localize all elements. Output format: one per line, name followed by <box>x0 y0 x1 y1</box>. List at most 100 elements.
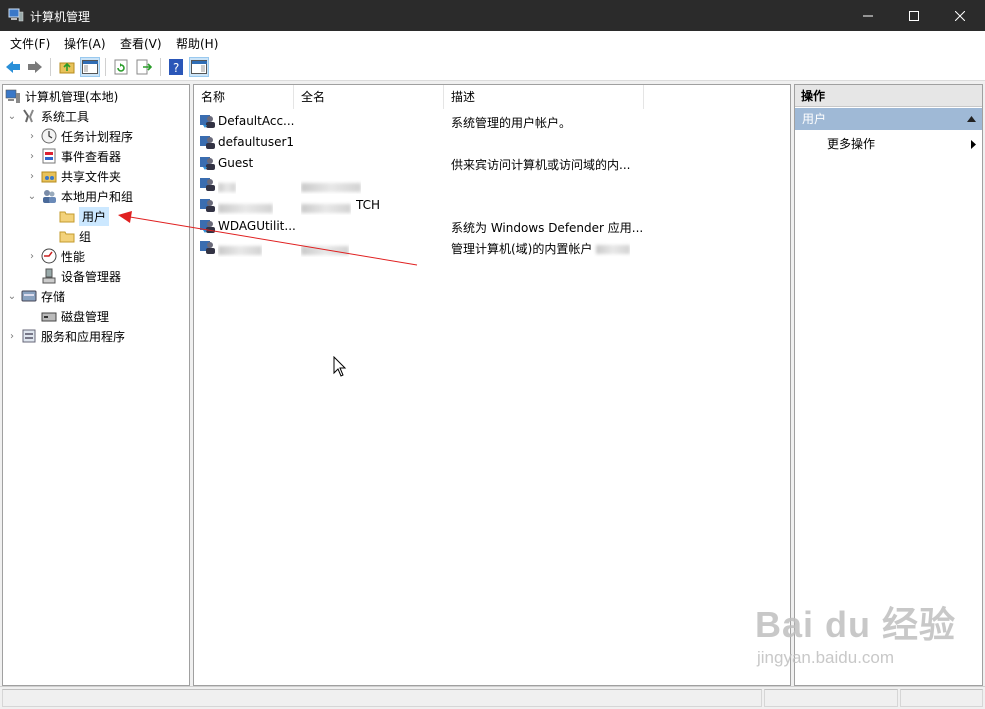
status-bar <box>0 686 985 709</box>
tree-node-shared-folders[interactable]: › 共享文件夹 <box>27 166 121 186</box>
maximize-button[interactable] <box>891 0 937 31</box>
action-section-users[interactable]: 用户 <box>795 108 982 130</box>
table-row[interactable]: defaultuser1 <box>194 132 790 153</box>
tree-node-event-viewer[interactable]: › 事件查看器 <box>27 146 121 166</box>
help-button[interactable]: ? <box>166 57 186 77</box>
window-title: 计算机管理 <box>30 10 91 24</box>
action-section-label: 用户 <box>802 112 827 126</box>
tools-icon <box>21 108 37 124</box>
table-row[interactable]: TCH <box>194 195 790 216</box>
device-manager-icon <box>41 268 57 284</box>
menu-help[interactable]: 帮助(H) <box>176 35 218 52</box>
results-list: 名称 全名 描述 DefaultAcc... 系统管理的用户帐户。 defaul… <box>193 84 791 686</box>
users-group-icon <box>41 188 57 204</box>
table-row[interactable]: WDAGUtilit... 系统为 Windows Defender 应用... <box>194 216 790 237</box>
tree-node-users[interactable]: 用户 <box>59 206 110 226</box>
tree-node-services-apps[interactable]: › 服务和应用程序 <box>7 326 125 346</box>
performance-icon <box>41 248 57 264</box>
services-icon <box>21 328 37 344</box>
action-pane: 操作 用户 更多操作 <box>794 84 983 686</box>
table-row[interactable]: Guest 供来宾访问计算机或访问域的内... <box>194 153 790 174</box>
column-header-name[interactable]: 名称 <box>194 85 294 109</box>
chevron-right-icon[interactable]: › <box>27 171 37 182</box>
action-pane-header: 操作 <box>795 85 982 107</box>
tree-node-performance[interactable]: › 性能 <box>27 246 85 266</box>
chevron-down-icon[interactable]: ⌄ <box>7 111 17 122</box>
user-description: 供来宾访问计算机或访问域的内... <box>451 158 631 172</box>
user-name: Guest <box>218 156 254 170</box>
tree-label: 磁盘管理 <box>61 309 110 324</box>
chevron-right-icon[interactable]: › <box>27 251 37 262</box>
user-account-icon <box>200 136 215 149</box>
chevron-right-icon[interactable]: › <box>27 131 37 142</box>
folder-icon <box>59 208 75 224</box>
menu-view[interactable]: 查看(V) <box>120 35 162 52</box>
submenu-arrow-icon <box>971 140 976 149</box>
table-row[interactable]: 管理计算机(域)的内置帐户 <box>194 237 790 258</box>
tree-node-device-manager[interactable]: 设备管理器 <box>41 266 121 286</box>
table-row[interactable]: DefaultAcc... 系统管理的用户帐户。 <box>194 111 790 132</box>
column-header-fullname[interactable]: 全名 <box>294 85 444 109</box>
show-hide-action-pane-icon <box>191 60 207 74</box>
tree-label: 性能 <box>61 249 86 264</box>
redacted-fullname <box>301 243 349 257</box>
forward-button[interactable] <box>25 57 45 77</box>
user-description: 系统为 Windows Defender 应用... <box>451 221 644 235</box>
user-account-icon <box>200 199 215 212</box>
tree-label: 设备管理器 <box>61 269 122 284</box>
user-account-icon <box>200 241 215 254</box>
help-icon: ? <box>169 59 183 75</box>
refresh-button[interactable] <box>111 57 131 77</box>
chevron-right-icon[interactable]: › <box>7 331 17 342</box>
close-button[interactable] <box>937 0 983 31</box>
status-pane-main <box>2 689 762 707</box>
menu-action[interactable]: 操作(A) <box>64 35 106 52</box>
redacted-fullname <box>301 180 361 194</box>
user-name: DefaultAcc... <box>218 114 295 128</box>
tree-node-system-tools[interactable]: ⌄ 系统工具 <box>7 106 89 126</box>
user-account-icon <box>200 115 215 128</box>
user-account-icon <box>200 178 215 191</box>
show-hide-action-pane-button[interactable] <box>189 57 209 77</box>
export-list-button[interactable] <box>134 57 154 77</box>
status-pane-3 <box>900 689 983 707</box>
show-hide-console-tree-button[interactable] <box>80 57 100 77</box>
tree-node-root[interactable]: 计算机管理(本地) <box>5 86 118 106</box>
refresh-icon <box>114 59 128 75</box>
shared-folder-icon <box>41 168 57 184</box>
collapse-up-icon[interactable] <box>967 116 976 122</box>
up-one-level-button[interactable] <box>57 57 77 77</box>
tree-node-disk-management[interactable]: 磁盘管理 <box>41 306 109 326</box>
chevron-down-icon[interactable]: ⌄ <box>7 291 17 302</box>
table-row[interactable] <box>194 174 790 195</box>
tree-label: 本地用户和组 <box>61 189 134 204</box>
user-description: 系统管理的用户帐户。 <box>451 116 572 130</box>
folder-icon <box>59 228 75 244</box>
user-fullname-suffix: TCH <box>356 198 381 212</box>
tree-node-storage[interactable]: ⌄ 存储 <box>7 286 65 306</box>
tree-label: 存储 <box>41 289 66 304</box>
tree-label-selected: 用户 <box>79 206 110 226</box>
tree-node-groups[interactable]: 组 <box>59 226 91 246</box>
user-account-icon <box>200 220 215 233</box>
back-button[interactable] <box>3 57 23 77</box>
storage-icon <box>21 288 37 304</box>
minimize-button[interactable] <box>845 0 891 31</box>
show-hide-tree-icon <box>82 60 98 74</box>
redacted-name <box>218 201 273 215</box>
up-folder-icon <box>59 62 75 74</box>
chevron-down-icon[interactable]: ⌄ <box>27 191 37 202</box>
redacted-name <box>218 243 262 257</box>
svg-text:?: ? <box>173 61 179 75</box>
clock-icon <box>41 128 57 144</box>
column-header-description[interactable]: 描述 <box>444 85 644 109</box>
tree-label: 服务和应用程序 <box>41 329 126 344</box>
chevron-right-icon[interactable]: › <box>27 151 37 162</box>
menu-bar: 文件(F) 操作(A) 查看(V) 帮助(H) <box>0 31 985 53</box>
disk-icon <box>41 308 57 324</box>
tree-node-task-scheduler[interactable]: › 任务计划程序 <box>27 126 133 146</box>
more-actions-item[interactable]: 更多操作 <box>795 134 982 154</box>
tree-label: 共享文件夹 <box>61 169 122 184</box>
tree-node-local-users-groups[interactable]: ⌄ 本地用户和组 <box>27 186 133 206</box>
menu-file[interactable]: 文件(F) <box>10 35 50 52</box>
